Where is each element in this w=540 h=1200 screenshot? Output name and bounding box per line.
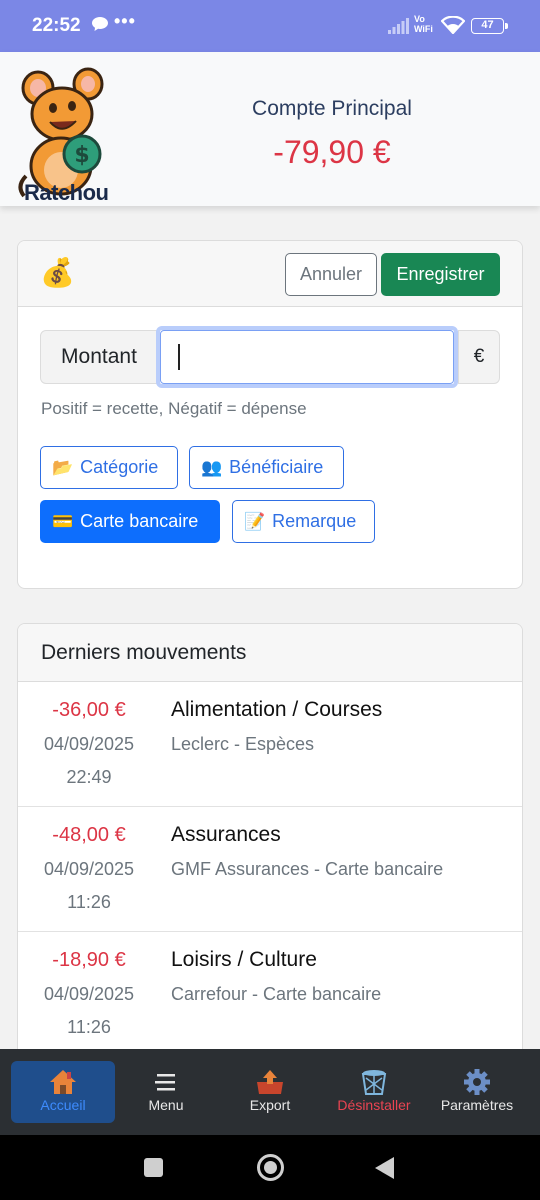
app-header: $ Ratchou Compte Principal -79,90 €	[0, 52, 540, 206]
folder-icon: 📂	[52, 458, 74, 477]
amount-hint: Positif = recette, Négatif = dépense	[41, 399, 307, 418]
nav-settings-label: Paramètres	[440, 1097, 514, 1113]
nav-export[interactable]: Export	[218, 1061, 322, 1123]
movement-row[interactable]: -48,00 € 04/09/2025 11:26 Assurances GMF…	[18, 807, 522, 932]
nav-home-label: Accueil	[40, 1097, 86, 1113]
message-icon	[92, 17, 108, 31]
text-cursor	[178, 344, 180, 370]
nav-uninstall[interactable]: Désinstaller	[322, 1061, 426, 1123]
movement-detail: Leclerc - Espèces	[171, 734, 315, 754]
back-icon[interactable]	[375, 1157, 394, 1179]
movement-category: Assurances	[171, 823, 281, 846]
trash-icon	[322, 1065, 426, 1097]
movements-title: Derniers mouvements	[41, 641, 247, 664]
form-card-header: 💰 Annuler Enregistrer	[18, 241, 522, 307]
nav-settings[interactable]: Paramètres	[425, 1061, 529, 1123]
movement-amount: -36,00 €	[52, 699, 126, 721]
system-navigation-bar	[0, 1135, 540, 1200]
signal-icon	[388, 18, 409, 34]
transaction-form-card: 💰 Annuler Enregistrer Montant € Positif …	[17, 240, 523, 589]
amount-input[interactable]	[160, 330, 454, 384]
movement-row[interactable]: -36,00 € 04/09/2025 22:49 Alimentation /…	[18, 682, 522, 807]
nav-export-label: Export	[249, 1097, 291, 1113]
movement-category: Loisirs / Culture	[171, 948, 317, 971]
memo-icon: 📝	[244, 512, 266, 531]
logo-text: Ratchou	[24, 180, 109, 205]
movement-time: 11:26	[67, 1017, 111, 1037]
recents-icon[interactable]	[144, 1158, 163, 1177]
movement-category: Alimentation / Courses	[171, 698, 383, 721]
status-bar: 22:52 ••• Vo WiFi 47	[0, 0, 540, 52]
export-icon	[218, 1065, 322, 1097]
currency-suffix: €	[458, 330, 500, 384]
nav-uninstall-label: Désinstaller	[337, 1097, 411, 1113]
more-notifications-icon: •••	[114, 11, 136, 31]
category-button[interactable]: 📂 Catégorie	[40, 446, 178, 489]
home-icon	[11, 1065, 115, 1097]
movement-row[interactable]: -18,90 € 04/09/2025 11:26 Loisirs / Cult…	[18, 932, 522, 1057]
movement-amount: -18,90 €	[52, 949, 126, 971]
remark-button[interactable]: 📝 Remarque	[232, 500, 375, 543]
movement-date: 04/09/2025	[43, 734, 135, 754]
bank-card-button[interactable]: 💳 Carte bancaire	[40, 500, 220, 543]
movement-detail: GMF Assurances - Carte bancaire	[171, 859, 444, 879]
bottom-navigation: Accueil Menu Export Désinstaller Paramèt…	[0, 1049, 540, 1135]
movement-time: 22:49	[66, 767, 112, 787]
movement-amount: -48,00 €	[52, 824, 126, 846]
movement-time: 11:26	[67, 892, 111, 912]
vowifi-icon: Vo WiFi	[414, 14, 433, 34]
status-time: 22:52	[32, 15, 81, 36]
account-balance: -79,90 €	[273, 134, 391, 170]
recent-movements-card: Derniers mouvements -36,00 € 04/09/2025 …	[17, 623, 523, 1073]
gear-icon	[425, 1065, 529, 1097]
menu-icon	[114, 1065, 218, 1097]
people-icon: 👥	[201, 458, 223, 477]
movements-header: Derniers mouvements	[18, 624, 522, 682]
battery-icon: 47	[471, 18, 508, 34]
movement-date: 04/09/2025	[43, 859, 135, 879]
nav-menu[interactable]: Menu	[114, 1061, 218, 1123]
amount-input-group: Montant €	[40, 326, 500, 388]
movement-detail: Carrefour - Carte bancaire	[171, 984, 382, 1004]
account-name: Compte Principal	[252, 97, 412, 120]
amount-field-wrapper[interactable]	[156, 326, 458, 388]
nav-home[interactable]: Accueil	[11, 1061, 115, 1123]
wifi-icon	[441, 16, 465, 34]
amount-label: Montant	[40, 330, 158, 384]
movement-date: 04/09/2025	[43, 984, 135, 1004]
nav-menu-label: Menu	[148, 1097, 184, 1113]
svg-text:$: $	[74, 143, 89, 168]
home-circle-icon[interactable]	[257, 1154, 284, 1181]
moneybag-icon: 💰	[40, 257, 75, 288]
save-button[interactable]: Enregistrer	[381, 253, 500, 296]
beneficiary-button[interactable]: 👥 Bénéficiaire	[189, 446, 344, 489]
cancel-button[interactable]: Annuler	[285, 253, 377, 296]
credit-card-icon: 💳	[52, 512, 74, 531]
